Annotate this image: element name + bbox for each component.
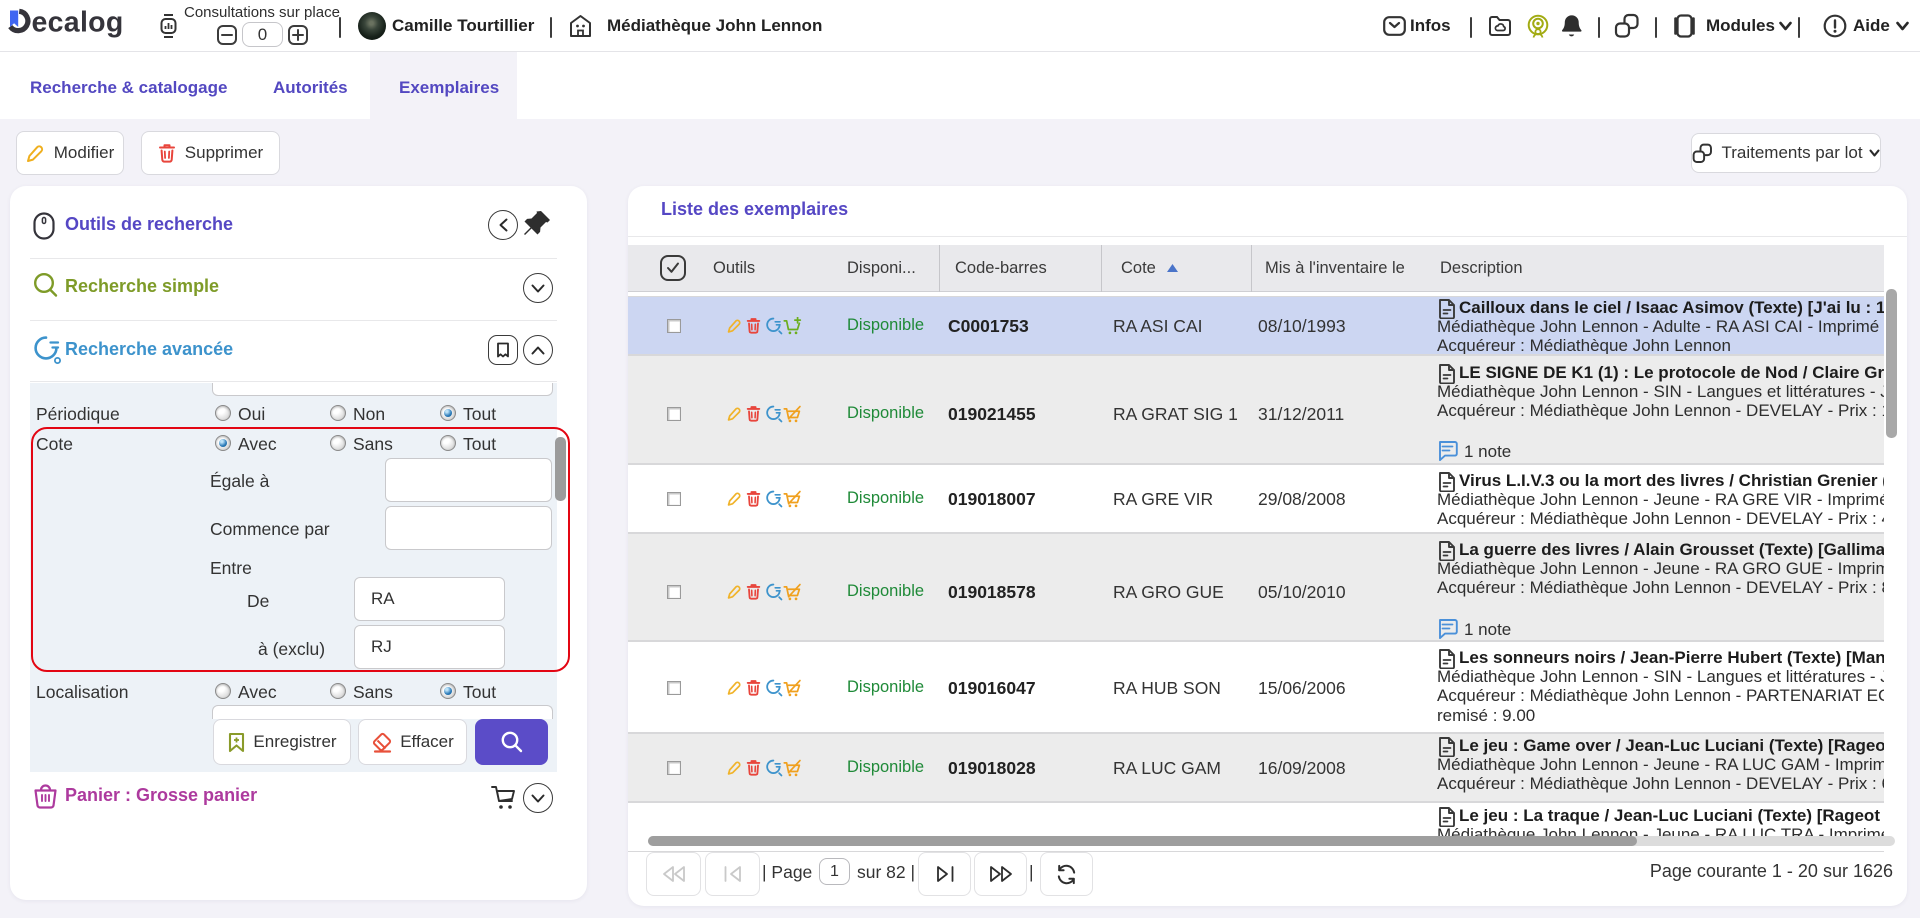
svg-text:ecalog: ecalog [32,7,124,39]
